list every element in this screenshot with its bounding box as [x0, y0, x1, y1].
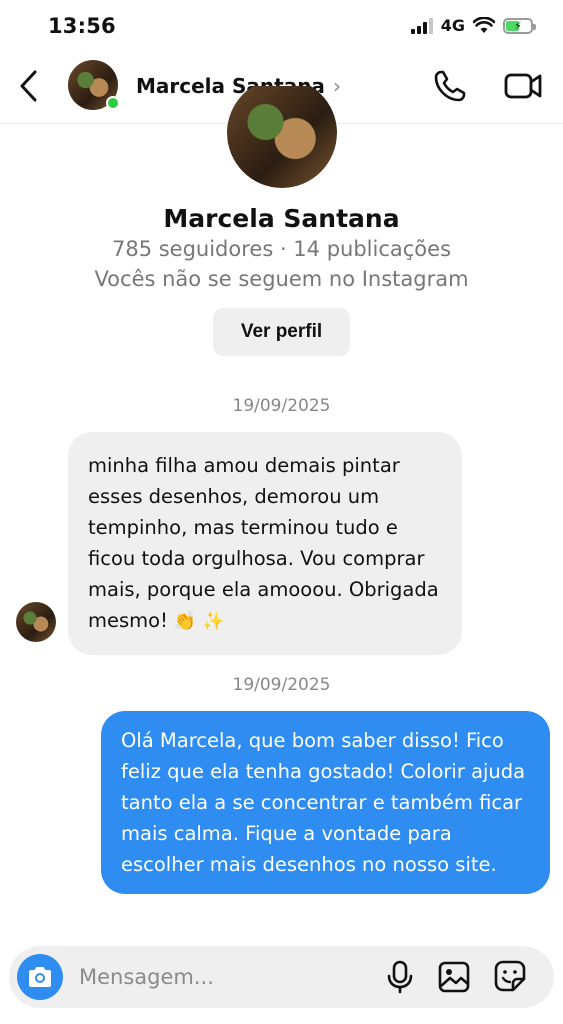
microphone-icon	[387, 960, 413, 994]
status-time: 13:56	[48, 14, 116, 38]
message-composer	[9, 946, 554, 1008]
profile-photo	[227, 86, 337, 188]
message-text: Olá Marcela, que bom saber disso! Fico f…	[121, 729, 526, 876]
message-text: minha filha amou demais pintar esses des…	[88, 454, 439, 632]
camera-icon	[29, 967, 51, 987]
image-icon	[438, 961, 470, 993]
date-separator: 19/09/2025	[232, 675, 331, 695]
status-bar: 13:56 4G ⚡	[0, 0, 563, 54]
header-avatar[interactable]	[68, 60, 120, 110]
online-status-dot	[106, 96, 120, 110]
clap-sparkles-emoji: 👏 ✨	[173, 611, 225, 632]
incoming-message[interactable]: minha filha amou demais pintar esses des…	[68, 432, 462, 655]
battery-icon: ⚡	[503, 17, 536, 34]
phone-icon	[434, 70, 466, 102]
sticker-icon	[494, 960, 526, 992]
camera-button[interactable]	[17, 954, 63, 1000]
date-separator: 19/09/2025	[232, 396, 331, 416]
call-button[interactable]	[432, 68, 468, 104]
message-input[interactable]	[79, 960, 369, 994]
view-profile-button[interactable]: Ver perfil	[213, 308, 350, 356]
wifi-icon	[473, 17, 495, 33]
network-type: 4G	[440, 16, 465, 35]
profile-avatar[interactable]	[227, 86, 337, 188]
back-button[interactable]	[14, 68, 44, 104]
cellular-signal-icon	[410, 17, 433, 34]
profile-name: Marcela Santana	[163, 204, 400, 233]
voice-message-button[interactable]	[385, 960, 415, 994]
chevron-left-icon	[20, 70, 37, 102]
video-call-button[interactable]	[503, 68, 543, 104]
sticker-button[interactable]	[493, 959, 527, 993]
sender-avatar[interactable]	[16, 602, 56, 642]
outgoing-message[interactable]: Olá Marcela, que bom saber disso! Fico f…	[101, 711, 550, 894]
status-icons: 4G ⚡	[410, 16, 536, 35]
gallery-button[interactable]	[437, 960, 471, 994]
video-camera-icon	[504, 73, 542, 99]
follow-status: Vocês não se seguem no Instagram	[94, 267, 469, 291]
avatar	[16, 602, 56, 642]
profile-stats: 785 seguidores · 14 publicações	[111, 237, 452, 261]
